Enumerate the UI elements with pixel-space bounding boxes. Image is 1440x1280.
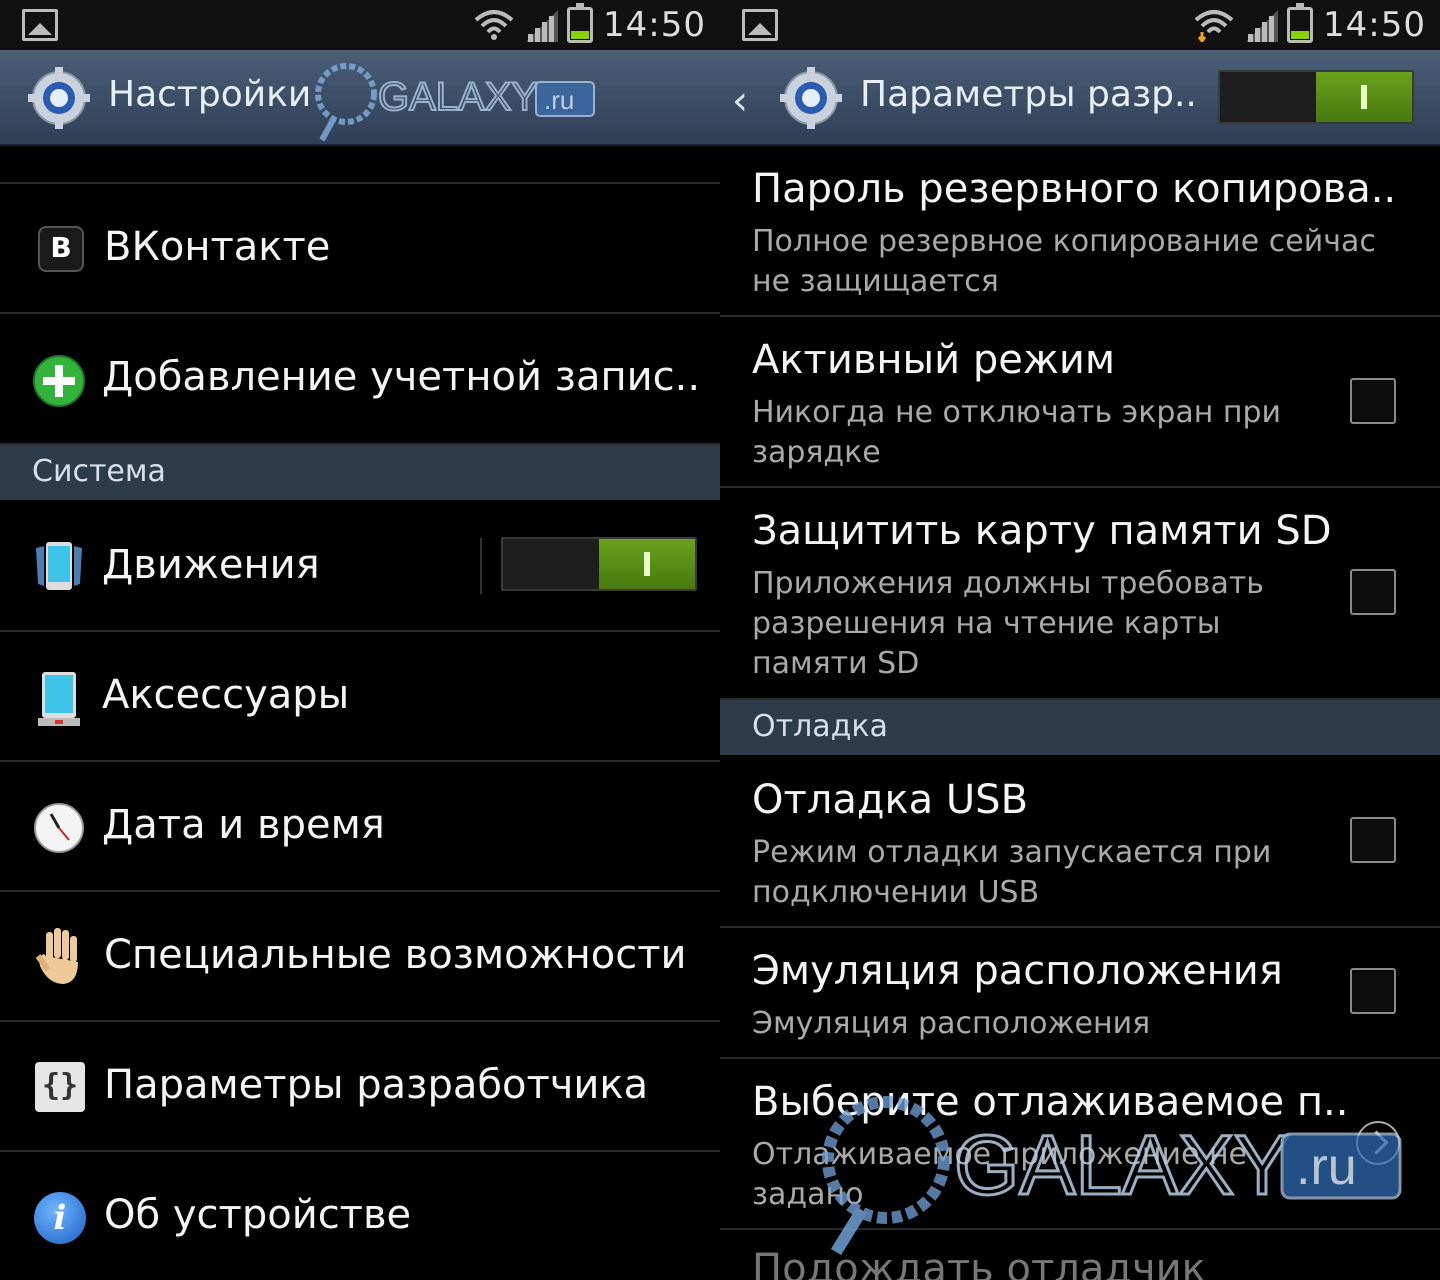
- setting-stay-awake[interactable]: Активный режим Никогда не отключать экра…: [720, 317, 1440, 488]
- list-item-developer-options[interactable]: {} Параметры разработчика: [0, 1022, 720, 1152]
- gallery-notification-icon: [22, 9, 58, 41]
- hand-icon: [35, 928, 78, 984]
- summary-line: Эмуляция расположения: [752, 1006, 1151, 1041]
- list-item-vkontakte[interactable]: В ВКонтакте: [0, 184, 720, 314]
- watermark-logo: GALAXY .ru: [315, 63, 595, 142]
- toggle-divider: [480, 538, 482, 594]
- battery-icon: [1287, 3, 1313, 43]
- summary-line: Режим отладки запускается при: [752, 835, 1272, 870]
- clock-icon: [34, 803, 84, 853]
- braces-icon: {}: [35, 1062, 85, 1112]
- page-title: Параметры разр..: [860, 74, 1197, 115]
- back-icon[interactable]: ‹: [732, 78, 748, 124]
- motion-icon: [36, 542, 82, 590]
- protect-sd-checkbox[interactable]: [1350, 569, 1396, 615]
- vk-icon: В: [38, 226, 84, 272]
- summary-line: Приложения должны требовать: [752, 566, 1264, 601]
- setting-summary: Эмуляция расположения: [752, 1004, 1150, 1044]
- developer-options-screen: 14:50 ‹ Параметры разр.. Пароль резервно…: [720, 0, 1440, 1280]
- settings-screen: 14:50 Настройки GALAXY .ru В ВКонтакте Д…: [0, 0, 720, 1280]
- wifi-icon: [474, 10, 514, 40]
- setting-summary: Полное резервное копирование сейчас не з…: [752, 222, 1376, 302]
- section-title: Система: [32, 454, 166, 489]
- battery-icon: [567, 3, 593, 43]
- list-item-label: Параметры разработчика: [104, 1062, 649, 1108]
- clock-time: 14:50: [1323, 5, 1426, 45]
- setting-title: Защитить карту памяти SD: [752, 508, 1332, 554]
- summary-line: подключении USB: [752, 875, 1040, 910]
- status-bar: 14:50: [720, 0, 1440, 50]
- list-item-label: Об устройстве: [104, 1192, 412, 1238]
- summary-line: Никогда не отключать экран при: [752, 395, 1282, 430]
- list-item-label: Движения: [102, 542, 320, 588]
- summary-line: зарядке: [752, 435, 881, 470]
- setting-title: Эмуляция расположения: [752, 948, 1283, 994]
- setting-backup-password[interactable]: Пароль резервного копирова.. Полное резе…: [720, 146, 1440, 317]
- watermark-badge: .ru: [544, 85, 574, 115]
- status-bar: 14:50: [0, 0, 720, 50]
- section-header-system: Система: [0, 445, 720, 500]
- gallery-notification-icon: [742, 9, 778, 41]
- list-item-label: ВКонтакте: [104, 224, 331, 270]
- wifi-icon: [1194, 10, 1234, 42]
- list-item-accessories[interactable]: Аксессуары: [0, 632, 720, 762]
- add-account-icon: [33, 355, 85, 407]
- summary-line: не защищается: [752, 264, 999, 299]
- motion-toggle[interactable]: [501, 537, 697, 591]
- list-item-label: Специальные возможности: [104, 932, 687, 978]
- list-item-label: Аксессуары: [102, 672, 350, 718]
- watermark-text: GALAXY: [954, 1118, 1290, 1212]
- setting-usb-debugging[interactable]: Отладка USB Режим отладки запускается пр…: [720, 755, 1440, 928]
- setting-title: Активный режим: [752, 337, 1116, 383]
- info-icon: i: [34, 1192, 86, 1244]
- action-bar: Настройки GALAXY .ru: [0, 50, 720, 146]
- gear-icon[interactable]: [780, 67, 842, 129]
- list-item-accessibility[interactable]: Специальные возможности: [0, 892, 720, 1022]
- summary-line: памяти SD: [752, 646, 920, 681]
- stay-awake-checkbox[interactable]: [1350, 378, 1396, 424]
- page-title: Настройки: [108, 74, 312, 115]
- mock-location-checkbox[interactable]: [1350, 968, 1396, 1014]
- usb-debugging-checkbox[interactable]: [1350, 817, 1396, 863]
- setting-title: Отладка USB: [752, 777, 1029, 823]
- section-title: Отладка: [752, 709, 888, 744]
- list-item-motion[interactable]: Движения: [0, 500, 720, 632]
- gear-icon[interactable]: [28, 67, 90, 129]
- list-item-add-account[interactable]: Добавление учетной запис..: [0, 314, 720, 445]
- developer-master-toggle[interactable]: [1218, 70, 1414, 124]
- signal-icon: [526, 10, 558, 42]
- setting-summary: Режим отладки запускается при подключени…: [752, 833, 1271, 913]
- list-divider: [0, 146, 720, 184]
- accessory-icon: [38, 672, 80, 726]
- action-bar: ‹ Параметры разр..: [720, 50, 1440, 146]
- setting-summary: Никогда не отключать экран при зарядке: [752, 393, 1281, 473]
- clock-time: 14:50: [603, 5, 706, 45]
- signal-icon: [1246, 10, 1278, 42]
- summary-line: Полное резервное копирование сейчас: [752, 224, 1376, 259]
- list-item-about-device[interactable]: i Об устройстве: [0, 1152, 720, 1280]
- watermark-badge: .ru: [1296, 1138, 1357, 1196]
- list-item-label: Добавление учетной запис..: [102, 354, 701, 400]
- list-item-label: Дата и время: [102, 802, 385, 848]
- setting-title: Пароль резервного копирова..: [752, 166, 1397, 212]
- setting-summary: Приложения должны требовать разрешения н…: [752, 564, 1264, 684]
- list-item-date-time[interactable]: Дата и время: [0, 762, 720, 892]
- section-header-debugging: Отладка: [720, 700, 1440, 755]
- watermark-logo: GALAXY .ru: [822, 1096, 1402, 1256]
- watermark-text: GALAXY: [378, 75, 538, 119]
- setting-mock-location[interactable]: Эмуляция расположения Эмуляция расположе…: [720, 928, 1440, 1059]
- summary-line: разрешения на чтение карты: [752, 606, 1221, 641]
- setting-protect-sd[interactable]: Защитить карту памяти SD Приложения долж…: [720, 488, 1440, 700]
